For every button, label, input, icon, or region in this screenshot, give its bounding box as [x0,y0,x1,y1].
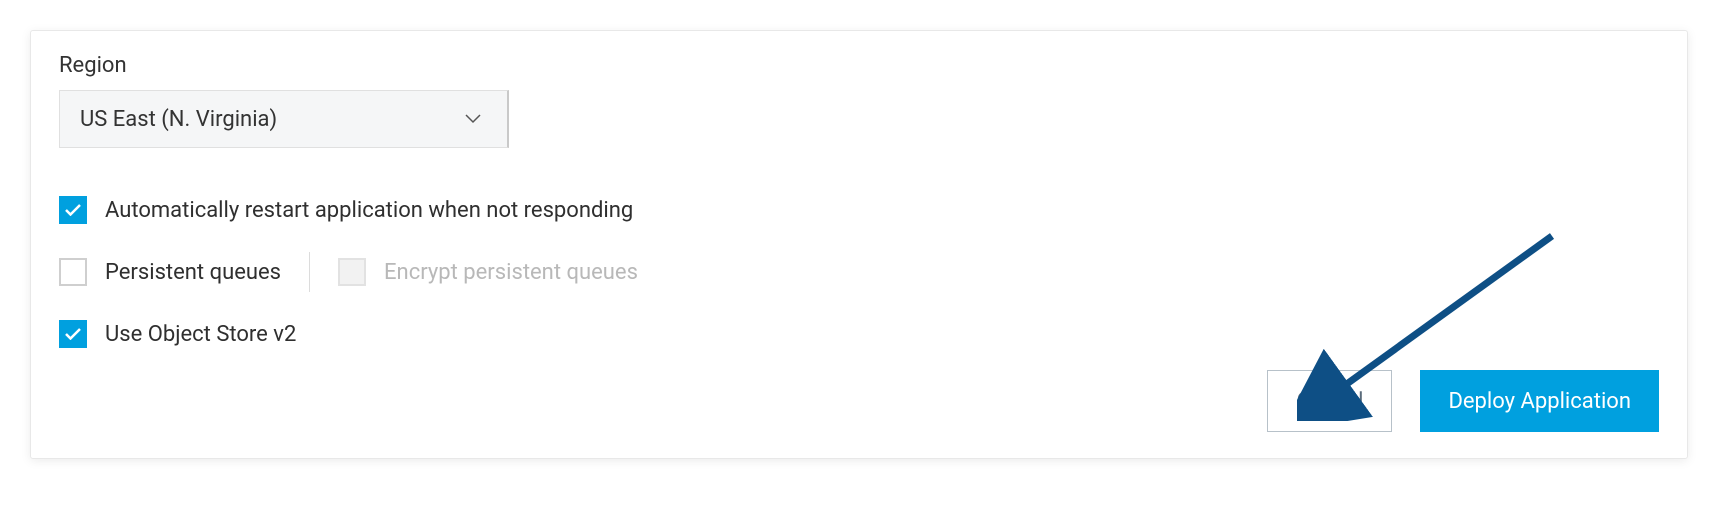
deploy-application-button[interactable]: Deploy Application [1420,370,1659,432]
persistent-queues-checkbox[interactable] [59,258,87,286]
auto-restart-label: Automatically restart application when n… [105,198,633,223]
button-row: Cancel Deploy Application [59,370,1659,432]
divider [309,252,310,292]
region-select[interactable]: US East (N. Virginia) [59,90,509,148]
deploy-config-panel: Region US East (N. Virginia) Automatical… [30,30,1688,459]
options-block: Automatically restart application when n… [59,196,1659,348]
encrypt-persistent-queues-checkbox [338,258,366,286]
cancel-button[interactable]: Cancel [1267,370,1392,432]
region-field: Region US East (N. Virginia) [59,53,1659,148]
auto-restart-row: Automatically restart application when n… [59,196,1659,224]
object-store-row: Use Object Store v2 [59,320,1659,348]
region-select-value: US East (N. Virginia) [80,107,277,132]
object-store-label: Use Object Store v2 [105,322,296,347]
persistent-queues-row: Persistent queues Encrypt persistent que… [59,252,1659,292]
region-label: Region [59,53,1659,78]
auto-restart-checkbox[interactable] [59,196,87,224]
encrypt-persistent-queues-label: Encrypt persistent queues [384,260,638,285]
persistent-queues-label: Persistent queues [105,260,281,285]
chevron-down-icon [465,114,481,124]
object-store-checkbox[interactable] [59,320,87,348]
